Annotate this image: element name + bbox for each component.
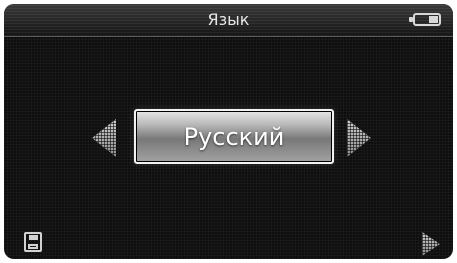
- battery-nub: [409, 17, 413, 22]
- save-icon-shutter: [29, 235, 38, 240]
- screen-title: Язык: [207, 10, 250, 29]
- save-icon[interactable]: [24, 232, 42, 252]
- device-screen: Язык Русский: [4, 4, 453, 259]
- next-icon[interactable]: [422, 232, 440, 256]
- save-icon-label: [28, 244, 38, 249]
- arrow-left-icon[interactable]: [92, 119, 116, 157]
- language-selector[interactable]: Русский: [134, 109, 334, 164]
- title-bar: Язык: [4, 4, 453, 37]
- battery-level: [429, 16, 438, 23]
- battery-icon: [409, 13, 441, 26]
- arrow-right-icon[interactable]: [347, 119, 371, 157]
- language-value: Русский: [183, 122, 285, 151]
